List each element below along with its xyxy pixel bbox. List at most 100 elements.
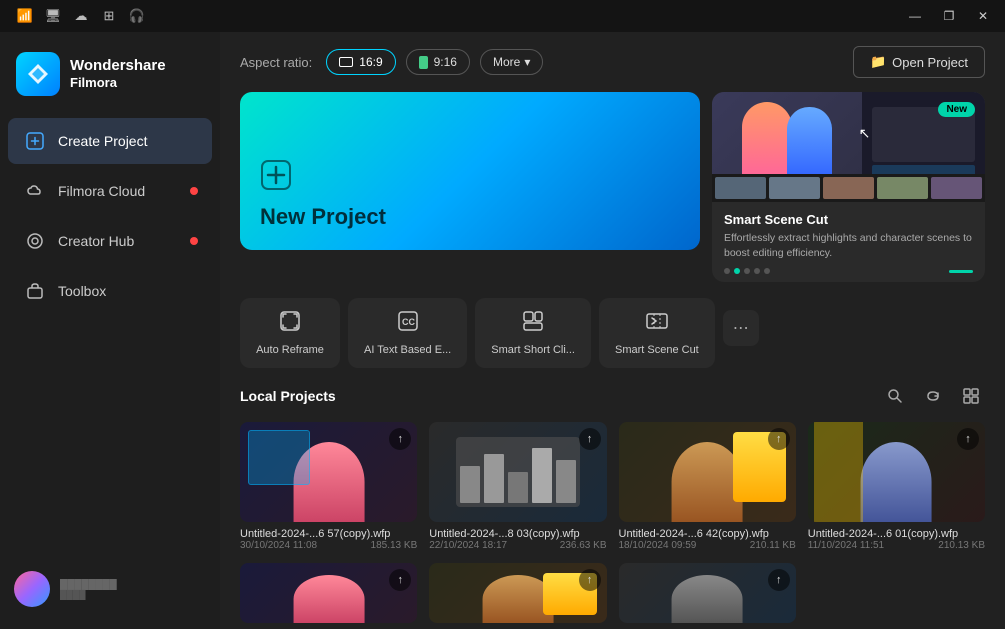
upload-icon-b2: ↑ (579, 569, 601, 591)
project-item-1[interactable]: ↑ Untitled-2024-...6 57(copy).wfp 30/10/… (240, 422, 417, 551)
sidebar-item-create-project-label: Create Project (58, 133, 147, 149)
project-item-b2[interactable]: ↑ (429, 563, 606, 629)
progress-indicator (949, 270, 973, 273)
project-name-1: Untitled-2024-...6 57(copy).wfp (240, 528, 417, 540)
logo-title: Wondershare (70, 57, 166, 75)
tool-smart-scene-cut-label: Smart Scene Cut (615, 344, 699, 356)
person2-silhouette (787, 107, 832, 177)
sidebar-logo: Wondershare Filmora (0, 44, 220, 116)
project-date-3: 18/10/2024 09:59 (619, 540, 697, 551)
upload-icon-3: ↑ (768, 428, 790, 450)
project-item-b3[interactable]: ↑ (619, 563, 796, 629)
create-project-icon (24, 130, 46, 152)
new-project-icon (260, 159, 292, 198)
open-project-label: Open Project (892, 55, 968, 70)
project-meta-2: 22/10/2024 18:17 236.63 KB (429, 540, 606, 551)
filmora-cloud-dot (190, 187, 198, 195)
project-item-4[interactable]: ↑ Untitled-2024-...6 01(copy).wfp 11/10/… (808, 422, 985, 551)
grid-icon: ⊞ (100, 7, 118, 25)
folder-icon: 📁 (870, 54, 886, 70)
tool-ai-text-based[interactable]: CC AI Text Based E... (348, 298, 467, 368)
sidebar-item-create-project[interactable]: Create Project (8, 118, 212, 164)
slide-dot-2[interactable] (734, 268, 740, 274)
portrait-icon (419, 56, 428, 69)
landscape-icon (339, 57, 353, 67)
slide-dot-4[interactable] (754, 268, 760, 274)
project-name-2: Untitled-2024-...8 03(copy).wfp (429, 528, 606, 540)
open-project-button[interactable]: 📁 Open Project (853, 46, 985, 78)
upload-icon-b3: ↑ (768, 569, 790, 591)
thumb-1 (715, 177, 766, 199)
thumb-5 (931, 177, 982, 199)
thumb-4 (877, 177, 928, 199)
content-area: Aspect ratio: 16:9 9:16 More ▾ 📁 Open Pr… (220, 32, 1005, 629)
smart-short-clip-icon (522, 310, 544, 338)
more-aspect-button[interactable]: More ▾ (480, 49, 543, 75)
close-button[interactable]: ✕ (969, 5, 997, 27)
sidebar-item-creator-hub[interactable]: Creator Hub (8, 218, 212, 264)
project-item-3[interactable]: ↑ Untitled-2024-...6 42(copy).wfp 18/10/… (619, 422, 796, 551)
tools-row: Auto Reframe CC AI Text Based E... (220, 298, 1005, 382)
ai-text-based-icon: CC (397, 310, 419, 338)
aspect-16-9-button[interactable]: 16:9 (326, 49, 395, 75)
project-name-4: Untitled-2024-...6 01(copy).wfp (808, 528, 985, 540)
project-item-2[interactable]: ↑ Untitled-2024-...8 03(copy).wfp 22/10/… (429, 422, 606, 551)
cloud-icon: ☁ (72, 7, 90, 25)
upload-icon-b1: ↑ (389, 569, 411, 591)
feature-card[interactable]: New ↖ (712, 92, 985, 282)
local-projects-title: Local Projects (240, 388, 336, 404)
project-meta-1: 30/10/2024 11:08 185.13 KB (240, 540, 417, 551)
upload-icon-1: ↑ (389, 428, 411, 450)
person-thumb-3 (672, 442, 743, 522)
tool-ai-text-based-label: AI Text Based E... (364, 344, 451, 356)
cloud-nav-icon (24, 180, 46, 202)
thumb-3 (823, 177, 874, 199)
aspect-ratio-bar: Aspect ratio: 16:9 9:16 More ▾ 📁 Open Pr… (220, 32, 1005, 92)
refresh-projects-button[interactable] (919, 382, 947, 410)
sidebar-item-toolbox[interactable]: Toolbox (8, 268, 212, 314)
user-avatar (14, 571, 50, 607)
sidebar-item-toolbox-label: Toolbox (58, 283, 106, 299)
chevron-down-icon: ▾ (524, 55, 530, 69)
project-date-2: 22/10/2024 18:17 (429, 540, 507, 551)
slide-dot-1[interactable] (724, 268, 730, 274)
thumb-2 (769, 177, 820, 199)
tool-auto-reframe-label: Auto Reframe (256, 344, 324, 356)
search-projects-button[interactable] (881, 382, 909, 410)
project-thumb-b1: ↑ (240, 563, 417, 623)
user-info: ████████ ████ (60, 579, 206, 600)
sidebar-user[interactable]: ████████ ████ (0, 561, 220, 617)
project-size-1: 185.13 KB (371, 540, 418, 551)
project-thumb-4: ↑ (808, 422, 985, 522)
feature-card-description: Effortlessly extract highlights and char… (724, 231, 973, 260)
project-grid: ↑ Untitled-2024-...6 57(copy).wfp 30/10/… (240, 422, 985, 551)
local-projects-header: Local Projects (240, 382, 985, 410)
new-project-card[interactable]: New Project (240, 92, 700, 250)
person-thumb-b3 (672, 575, 743, 623)
auto-reframe-icon (279, 310, 301, 338)
window-controls: — ❐ ✕ (901, 5, 997, 27)
sidebar-item-filmora-cloud[interactable]: Filmora Cloud (8, 168, 212, 214)
app-logo-icon (16, 52, 60, 96)
grid-view-button[interactable] (957, 382, 985, 410)
project-size-2: 236.63 KB (560, 540, 607, 551)
person1-silhouette (742, 102, 792, 177)
sidebar-item-creator-hub-label: Creator Hub (58, 233, 134, 249)
restore-button[interactable]: ❐ (935, 5, 963, 27)
logo-subtitle: Filmora (70, 75, 166, 91)
person-thumb-b1 (293, 575, 364, 623)
tool-auto-reframe[interactable]: Auto Reframe (240, 298, 340, 368)
new-badge: New (938, 102, 975, 117)
slide-dot-5[interactable] (764, 268, 770, 274)
tool-smart-short-clip[interactable]: Smart Short Cli... (475, 298, 591, 368)
feature-card-dots (712, 268, 985, 282)
project-size-3: 210.11 KB (750, 540, 796, 551)
tools-more-button[interactable]: ⋯ (723, 310, 759, 346)
aspect-9-16-button[interactable]: 9:16 (406, 49, 470, 75)
project-item-b1[interactable]: ↑ (240, 563, 417, 629)
creator-hub-icon (24, 230, 46, 252)
tool-smart-scene-cut[interactable]: Smart Scene Cut (599, 298, 715, 368)
project-date-4: 11/10/2024 11:51 (808, 540, 884, 551)
slide-dot-3[interactable] (744, 268, 750, 274)
minimize-button[interactable]: — (901, 5, 929, 27)
